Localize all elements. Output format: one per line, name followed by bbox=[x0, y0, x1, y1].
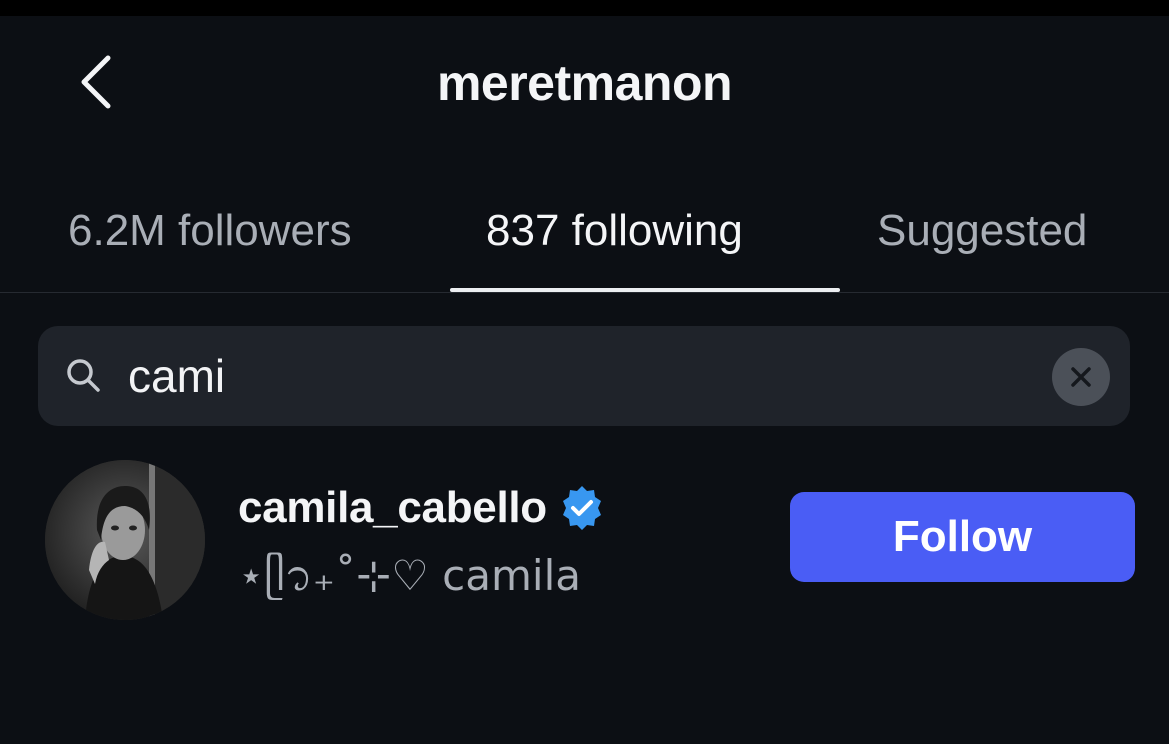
search-icon bbox=[67, 359, 100, 392]
full-name: ⋆ᥫ᭡₊˚⊹♡ camila bbox=[238, 551, 581, 600]
verified-badge-icon bbox=[562, 486, 601, 530]
tab-followers[interactable]: 6.2M followers bbox=[68, 206, 352, 256]
clear-search-button[interactable] bbox=[1052, 348, 1110, 406]
tab-suggested[interactable]: Suggested bbox=[877, 206, 1087, 256]
active-tab-indicator bbox=[450, 288, 840, 292]
username-line[interactable]: camila_cabello bbox=[238, 480, 607, 536]
top-strip bbox=[0, 0, 1169, 16]
header: meretmanon bbox=[0, 16, 1169, 166]
tab-bar: 6.2M followers 837 following Suggested bbox=[0, 180, 1169, 293]
username: camila_cabello bbox=[238, 483, 547, 532]
avatar-photo bbox=[45, 460, 205, 620]
clear-icon bbox=[1071, 367, 1091, 387]
search-input[interactable] bbox=[128, 341, 1028, 411]
page-title: meretmanon bbox=[436, 55, 733, 111]
avatar[interactable] bbox=[45, 460, 205, 620]
tab-following[interactable]: 837 following bbox=[486, 206, 743, 256]
follow-button[interactable]: Follow bbox=[790, 492, 1135, 582]
